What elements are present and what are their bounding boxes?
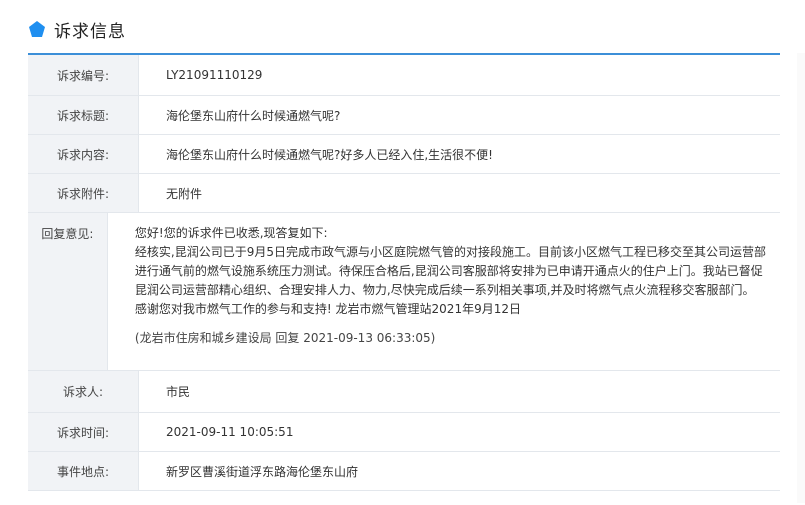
- row-time: 诉求时间: 2021-09-11 10:05:51: [28, 413, 780, 452]
- label-petitioner: 诉求人:: [28, 371, 139, 412]
- value-reply: 您好!您的诉求件已收悉,现答复如下: 经核实,昆润公司已于9月5日完成市政气源与…: [108, 213, 780, 370]
- row-reply: 回复意见: 您好!您的诉求件已收悉,现答复如下: 经核实,昆润公司已于9月5日完…: [28, 213, 780, 371]
- label-time: 诉求时间:: [28, 413, 139, 451]
- label-location: 事件地点:: [28, 452, 139, 490]
- value-number: LY21091110129: [166, 68, 263, 82]
- pentagon-icon: [28, 20, 46, 38]
- value-petitioner: 市民: [166, 385, 191, 399]
- section-header: 诉求信息: [28, 14, 126, 44]
- scrollbar-track[interactable]: [797, 53, 805, 503]
- value-location: 新罗区曹溪街道浮东路海伦堡东山府: [166, 464, 359, 479]
- reply-line: 昆润公司运营部精心组织、合理安排人力、物力,尽快完成后续一系列相关事项,并及时将…: [134, 283, 755, 297]
- value-attachment: 无附件: [166, 186, 203, 201]
- reply-source: (龙岩市住房和城乡建设局 回复 2021-09-13 06:33:05): [134, 331, 436, 345]
- reply-line: 您好!您的诉求件已收悉,现答复如下:: [134, 226, 328, 240]
- label-reply: 回复意见:: [28, 213, 108, 370]
- petition-info-table: 诉求编号: LY21091110129 诉求标题: 海伦堡东山府什么时候通燃气呢…: [28, 53, 780, 505]
- value-time: 2021-09-11 10:05:51: [166, 425, 294, 439]
- row-attachment: 诉求附件: 无附件: [28, 174, 780, 213]
- section-title: 诉求信息: [54, 21, 126, 42]
- row-number: 诉求编号: LY21091110129: [28, 55, 780, 96]
- label-title: 诉求标题:: [28, 96, 139, 134]
- row-content: 诉求内容: 海伦堡东山府什么时候通燃气呢?好多人已经入住,生活很不便!: [28, 135, 780, 174]
- label-content: 诉求内容:: [28, 135, 139, 173]
- row-title: 诉求标题: 海伦堡东山府什么时候通燃气呢?: [28, 96, 780, 135]
- label-attachment: 诉求附件:: [28, 174, 139, 212]
- value-title: 海伦堡东山府什么时候通燃气呢?: [166, 108, 341, 123]
- label-number: 诉求编号:: [28, 55, 139, 95]
- reply-line: 经核实,昆润公司已于9月5日完成市政气源与小区庭院燃气管的对接段施工。目前该小区…: [134, 245, 766, 259]
- reply-line: 感谢您对我市燃气工作的参与和支持! 龙岩市燃气管理站2021年9月12日: [134, 302, 521, 316]
- row-location: 事件地点: 新罗区曹溪街道浮东路海伦堡东山府: [28, 452, 780, 491]
- row-petitioner: 诉求人: 市民: [28, 371, 780, 413]
- reply-line: 进行通气前的燃气设施系统压力测试。待保压合格后,昆润公司客服部将安排为已申请开通…: [134, 264, 763, 278]
- value-content: 海伦堡东山府什么时候通燃气呢?好多人已经入住,生活很不便!: [166, 147, 493, 162]
